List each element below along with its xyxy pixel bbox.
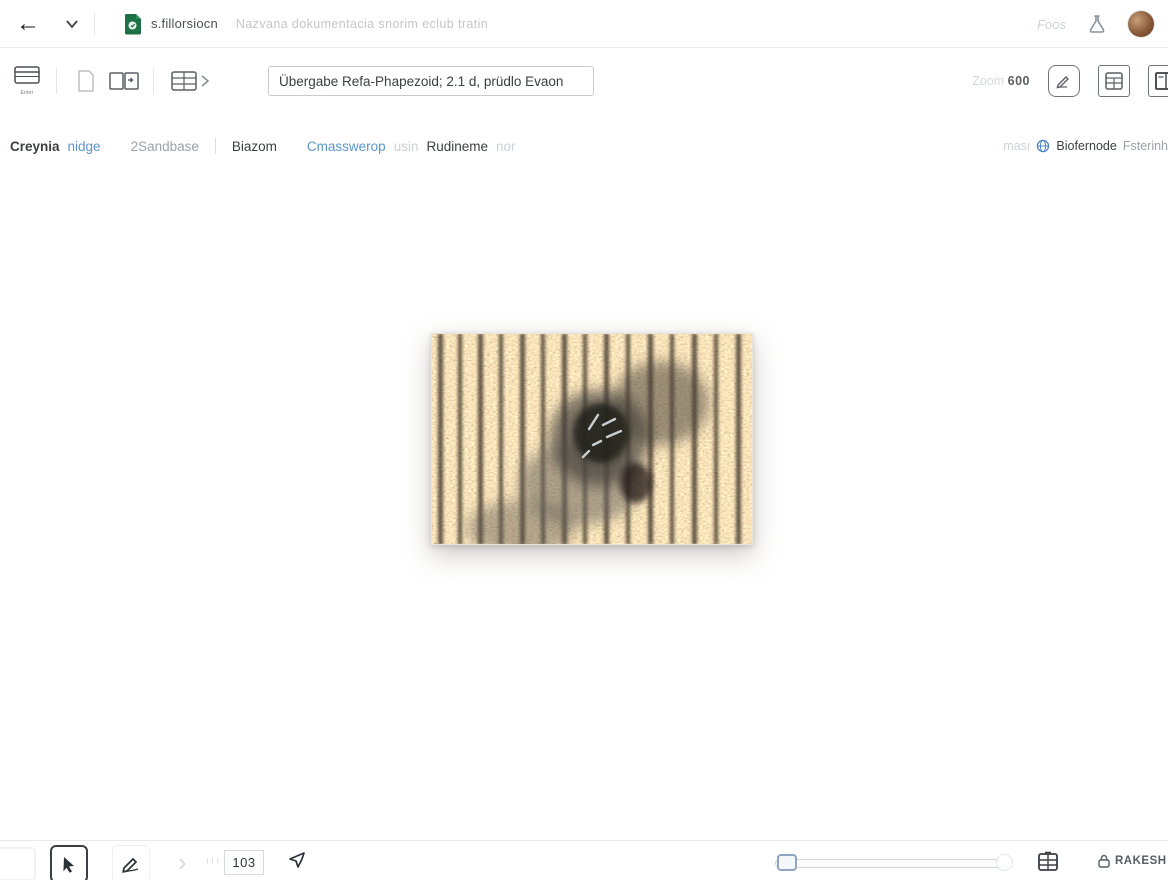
document-path: Nazvana dokumentacia snorim eclub tratin [235,16,489,31]
zoom-indicator: Zoom 600 [972,74,1030,88]
globe-icon [1036,139,1050,153]
page-number-input[interactable]: 103 [224,850,264,875]
edit-signature-button[interactable] [1048,65,1080,97]
lock-icon [1098,854,1110,868]
lock-label: RAKESH [1115,855,1167,867]
crumb-secondary[interactable]: 2Sandbase [131,139,199,154]
zoom-label: Zoom [972,74,1005,88]
pen-icon [122,857,139,873]
divider [56,68,57,94]
sidebar-panel-button[interactable] [1148,65,1168,97]
grid-view-button[interactable] [1098,65,1130,97]
next-page-icon[interactable]: › [178,847,187,878]
document-canvas [0,164,1168,840]
carpet-texture-photo[interactable] [431,333,753,545]
nav-right-label[interactable]: Biofernode [1056,139,1116,153]
draw-tool-button[interactable] [112,845,150,880]
share-arrow-icon[interactable] [284,849,308,876]
lock-status: RAKESH [1098,854,1167,868]
folder-icon [0,847,36,880]
toolbar: Enter Zoom 600 [0,48,1168,114]
account-label[interactable]: Foos [1037,17,1066,32]
select-tool-button[interactable] [50,845,88,880]
nav-right-prefix: ması [1003,139,1031,153]
bottom-toolbar: › ııı ııı 103 RAKESH [0,840,1168,880]
nav-right-group: ması Biofernode Fsterinh [1003,128,1168,164]
app-name: s.fillorsiocn [151,16,218,31]
zoom-slider-end[interactable] [996,854,1013,871]
crumb-primary[interactable]: Creynia [10,139,60,154]
nav-row: Creynia nidge 2Sandbase Biazom Cmasswero… [0,128,1168,164]
chevron-right-icon [200,75,209,87]
blank-page-icon[interactable] [67,62,105,100]
divider [153,68,154,94]
nav-right-suffix: Fsterinh [1122,139,1168,153]
chevron-down-icon[interactable] [64,16,80,32]
nav-link-a-suffix: usin [393,138,419,154]
nav-link-a[interactable]: Cmasswerop [307,139,386,154]
crumb-primary-link[interactable]: nidge [68,139,101,154]
zoom-value: 600 [1007,74,1030,88]
zoom-slider-handle[interactable] [777,854,797,871]
toolbar-right-group: Zoom 600 [972,48,1168,114]
topbar-right-group: Foos [1037,0,1154,48]
zoom-slider[interactable] [775,853,1013,871]
document-viewer-app: ← s.fillorsiocn Nazvana dokumentacia sno… [0,0,1168,880]
top-bar: ← s.fillorsiocn Nazvana dokumentacia sno… [0,0,1168,48]
divider [94,12,95,35]
avatar[interactable] [1128,11,1154,37]
document-title-input[interactable] [268,66,594,96]
nav-link-b[interactable]: Rudineme [426,139,488,154]
cursor-icon [63,857,74,873]
zoom-slider-track[interactable] [775,859,1005,868]
divider [214,138,216,154]
save-table-button[interactable]: Enter [8,62,46,100]
crumb-tertiary[interactable]: Biazom [232,139,277,154]
save-table-label: Enter [20,90,34,96]
flask-icon[interactable] [1086,13,1108,35]
reorder-pages-icon[interactable] [105,62,143,100]
thumbnail-grid-button[interactable] [1033,847,1063,877]
back-icon[interactable]: ← [16,11,40,36]
nav-link-b-suffix: nor [496,138,516,154]
insert-table-button[interactable] [164,62,216,100]
document-file-icon [123,13,143,35]
